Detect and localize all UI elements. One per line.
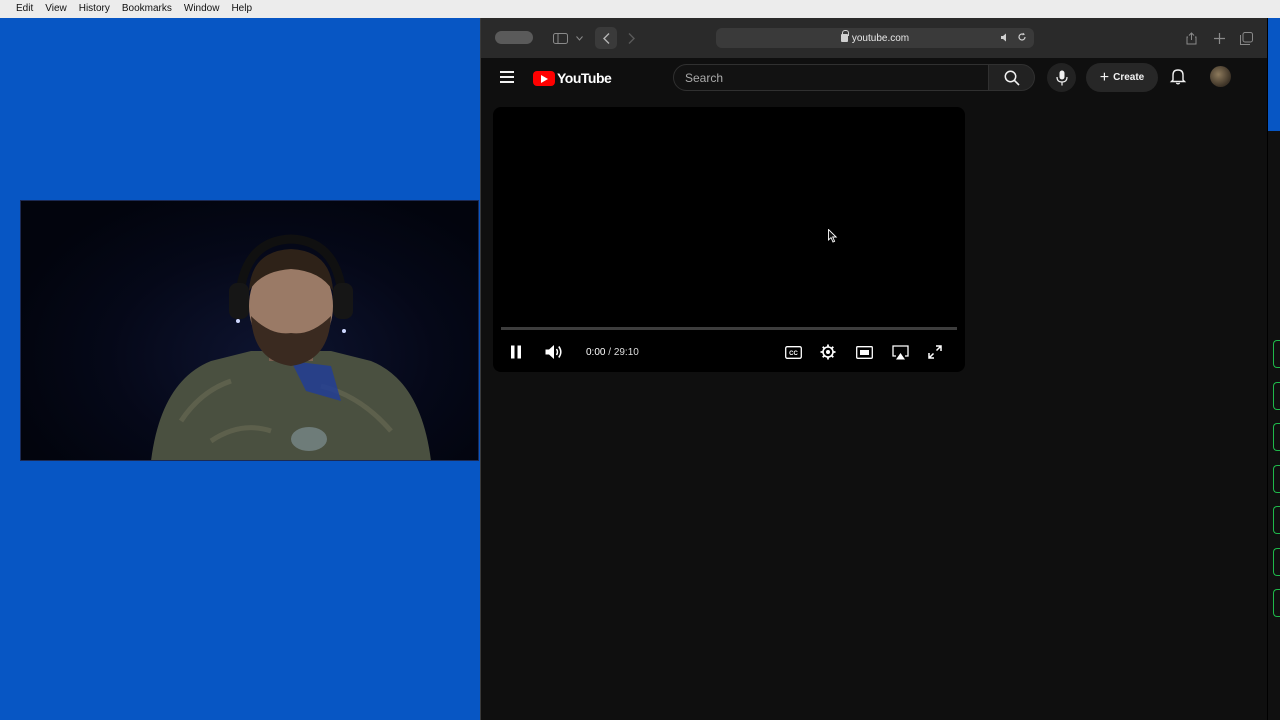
reload-icon[interactable] — [1017, 32, 1027, 45]
menu-help[interactable]: Help — [225, 0, 258, 18]
youtube-logo-text: YouTube — [557, 70, 612, 86]
create-label: Create — [1113, 72, 1145, 83]
voice-search-button[interactable] — [1047, 63, 1076, 92]
green-outline-item — [1273, 423, 1280, 451]
menu-history[interactable]: History — [73, 0, 116, 18]
create-button[interactable]: + Create — [1086, 63, 1158, 92]
time-display: 0:00 / 29:10 — [586, 347, 639, 358]
current-time: 0:00 — [586, 347, 606, 358]
volume-icon — [545, 345, 562, 359]
search-input[interactable]: Search — [673, 64, 989, 91]
menu-view[interactable]: View — [39, 0, 73, 18]
address-bar[interactable]: youtube.com — [716, 28, 1034, 48]
pause-button[interactable] — [507, 343, 525, 361]
notifications-button[interactable] — [1169, 67, 1189, 87]
plus-icon: + — [1099, 68, 1110, 86]
share-icon[interactable] — [1183, 27, 1199, 49]
player-controls: 0:00 / 29:10 CC — [493, 337, 965, 367]
mouse-cursor-icon — [828, 229, 838, 243]
youtube-logo-icon — [533, 70, 555, 86]
background-window-blue-strip — [1268, 18, 1280, 131]
airplay-button[interactable] — [890, 343, 910, 361]
back-button[interactable] — [595, 27, 617, 49]
avatar[interactable] — [1210, 66, 1231, 87]
volume-button[interactable] — [543, 343, 565, 361]
tab-overview-icon[interactable] — [1238, 27, 1254, 49]
menu-bookmarks[interactable]: Bookmarks — [116, 0, 178, 18]
airplay-icon — [891, 344, 909, 359]
mic-icon — [1055, 70, 1068, 85]
green-outline-item — [1273, 382, 1280, 410]
sidebar-toggle-icon[interactable] — [551, 27, 569, 49]
miniplayer-icon — [855, 345, 873, 359]
duration: 29:10 — [613, 347, 639, 358]
menu-edit[interactable]: Edit — [10, 0, 39, 18]
menu-bar: Edit View History Bookmarks Window Help — [0, 0, 1280, 18]
svg-text:CC: CC — [789, 351, 798, 357]
youtube-logo[interactable]: YouTube — [533, 69, 612, 87]
speaker-icon[interactable] — [1001, 33, 1010, 45]
browser-window: youtube.com YouTube Search + Create 0:00… — [480, 18, 1268, 720]
green-outline-item — [1273, 589, 1280, 617]
miniplayer-button[interactable] — [854, 343, 874, 361]
address-text: youtube.com — [851, 32, 910, 44]
bell-icon — [1169, 69, 1187, 85]
youtube-header: YouTube Search + Create — [481, 58, 1268, 98]
chevron-down-icon[interactable] — [574, 27, 584, 49]
captions-button[interactable]: CC — [784, 343, 802, 361]
search-button[interactable] — [989, 64, 1035, 91]
video-player[interactable]: 0:00 / 29:10 CC — [493, 107, 965, 372]
webcam-overlay — [20, 200, 479, 461]
green-outline-item — [1273, 340, 1280, 368]
settings-button[interactable] — [819, 343, 837, 361]
forward-button[interactable] — [623, 27, 639, 49]
background-window-edge — [1267, 18, 1280, 720]
tab-group-pill[interactable] — [495, 31, 533, 44]
menu-icon[interactable] — [500, 71, 514, 83]
new-tab-icon[interactable] — [1211, 27, 1227, 49]
search-icon — [1004, 70, 1020, 86]
lock-icon — [840, 30, 849, 42]
settings-icon — [820, 344, 836, 360]
captions-icon: CC — [784, 345, 802, 359]
green-outline-item — [1273, 465, 1280, 493]
pause-icon — [511, 345, 521, 359]
fullscreen-icon — [928, 345, 942, 359]
menu-window[interactable]: Window — [178, 0, 226, 18]
green-outline-item — [1273, 506, 1280, 534]
progress-bar[interactable] — [501, 327, 957, 330]
webcam-person-image — [151, 234, 431, 460]
time-separator: / — [605, 347, 614, 358]
browser-toolbar: youtube.com — [481, 18, 1268, 58]
fullscreen-button[interactable] — [926, 343, 944, 361]
green-outline-item — [1273, 548, 1280, 576]
